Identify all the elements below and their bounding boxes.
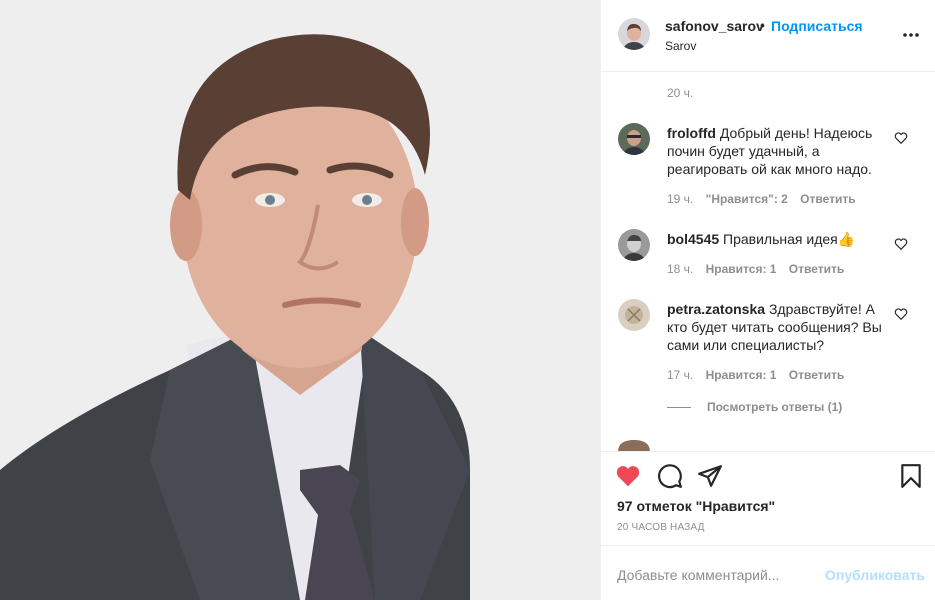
commenter-username[interactable]: froloffd [667, 125, 716, 141]
author-username[interactable]: safonov_sarov [665, 18, 764, 34]
comment-meta: 19 ч. "Нравится": 2 Ответить [667, 192, 865, 206]
portrait-image [0, 0, 600, 600]
reply-button[interactable]: Ответить [789, 262, 844, 276]
post-photo[interactable] [0, 0, 600, 600]
post-timestamp[interactable]: 20 ЧАСОВ НАЗАД [617, 522, 705, 533]
commenter-avatar[interactable] [618, 123, 650, 155]
heart-filled-icon[interactable] [615, 463, 641, 489]
comment-likes[interactable]: Нравится: 1 [706, 368, 777, 382]
view-replies-label: Посмотреть ответы (1) [707, 400, 843, 414]
replies-divider [667, 407, 691, 409]
comment-time: 18 ч. [667, 262, 694, 276]
reply-button[interactable]: Ответить [789, 368, 844, 382]
like-comment-icon[interactable] [894, 131, 908, 145]
view-replies-button[interactable]: Посмотреть ответы (1) [667, 400, 842, 414]
comment-meta: 17 ч. Нравится: 1 Ответить [667, 368, 853, 382]
comment-text: petra.zatonska Здравствуйте! А кто будет… [667, 300, 887, 354]
reply-button[interactable]: Ответить [800, 192, 855, 206]
caption-timestamp: 20 ч. [667, 86, 694, 100]
like-comment-icon[interactable] [894, 307, 908, 321]
post-side-panel: safonov_sarov • Подписаться Sarov 20 ч. … [600, 0, 935, 600]
commenter-username[interactable]: bol4545 [667, 231, 719, 247]
comment-input[interactable]: Добавьте комментарий... [617, 567, 779, 583]
like-comment-icon[interactable] [894, 237, 908, 251]
comment-meta: 18 ч. Нравится: 1 Ответить [667, 262, 853, 276]
comment-icon[interactable] [657, 463, 683, 489]
partial-comment-avatar [618, 439, 650, 451]
comment-text: bol4545 Правильная идея👍 [667, 230, 887, 248]
comment-likes[interactable]: "Нравится": 2 [706, 192, 788, 206]
save-bookmark-icon[interactable] [898, 463, 924, 489]
follow-button[interactable]: Подписаться [771, 18, 863, 34]
post-header: safonov_sarov • Подписаться Sarov [601, 0, 935, 72]
share-icon[interactable] [697, 463, 723, 489]
publish-button[interactable]: Опубликовать [825, 567, 925, 583]
likes-count[interactable]: 97 отметок "Нравится" [617, 498, 775, 514]
comment-time: 17 ч. [667, 368, 694, 382]
commenter-username[interactable]: petra.zatonska [667, 301, 765, 317]
comments-list[interactable]: 20 ч. froloffd Добрый день! Надеюсь почи… [601, 73, 935, 451]
commenter-avatar[interactable] [618, 229, 650, 261]
add-comment-bar: Добавьте комментарий... Опубликовать [601, 545, 935, 600]
more-options-icon[interactable] [901, 24, 921, 44]
separator-dot: • [760, 17, 765, 33]
comment-likes[interactable]: Нравится: 1 [706, 262, 777, 276]
comment-body: Правильная идея👍 [723, 231, 856, 247]
post-actions: 97 отметок "Нравится" 20 ЧАСОВ НАЗАД [601, 451, 935, 546]
comment-text: froloffd Добрый день! Надеюсь почин буде… [667, 124, 887, 178]
commenter-avatar[interactable] [618, 299, 650, 331]
comment-time: 19 ч. [667, 192, 694, 206]
post-location[interactable]: Sarov [665, 39, 696, 53]
author-avatar[interactable] [618, 18, 650, 50]
